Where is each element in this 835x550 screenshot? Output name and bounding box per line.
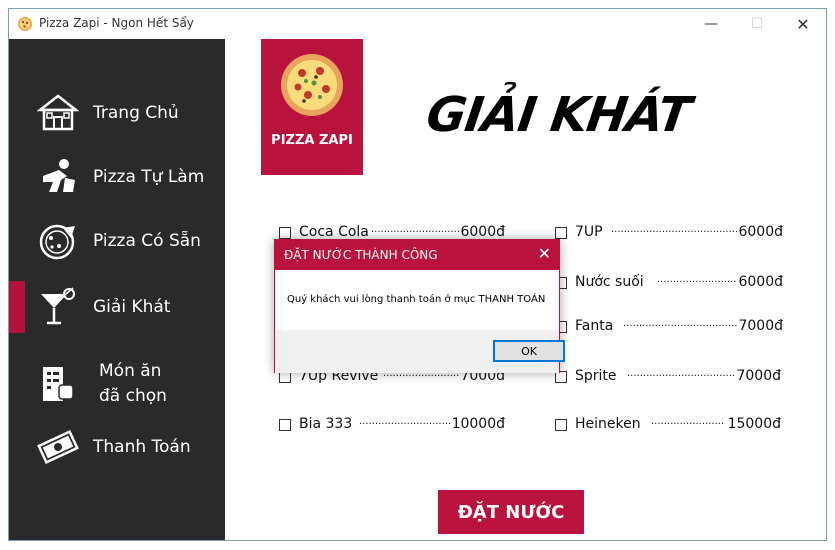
sidebar-item-drinks[interactable]: Giải Khát (9, 279, 225, 335)
sidebar-item-label: Thanh Toán (93, 436, 191, 457)
close-window-button[interactable]: ✕ (780, 9, 826, 39)
sidebar-item-selected-food[interactable]: Món ăn đã chọn (9, 349, 225, 419)
drink-name: Fanta (575, 318, 614, 334)
pizza-zapi-logo: PIZZA ZAPI (261, 39, 363, 175)
logo-text: PIZZA ZAPI (271, 133, 353, 148)
pizza-icon (39, 224, 75, 260)
dot-leader: ........................................… (611, 224, 737, 235)
drink-price: 7000đ (736, 368, 781, 384)
drink-item-sprite[interactable]: Sprite .................................… (555, 366, 781, 388)
dot-leader: ........................................… (627, 368, 735, 379)
money-icon (37, 429, 79, 465)
pizza-app-icon (18, 17, 32, 31)
window-title: Pizza Zapi - Ngon Hết Sẩy (39, 16, 194, 30)
pizza-logo-icon (281, 54, 343, 116)
drink-name: Heineken (575, 416, 641, 432)
drink-item-7up[interactable]: 7UP ....................................… (555, 222, 783, 244)
drink-checkbox[interactable] (279, 227, 291, 239)
success-dialog: ĐẶT NƯỚC THÀNH CÔNG ✕ Quý khách vui lòng… (274, 239, 565, 373)
title-bar: Pizza Zapi - Ngon Hết Sẩy — ☐ ✕ (9, 9, 826, 39)
dot-leader: ........................................… (657, 274, 737, 285)
drink-price: 10000đ (451, 416, 505, 432)
sidebar-item-ready-pizza[interactable]: Pizza Có Sẵn (9, 213, 225, 269)
drink-name: Nước suối (575, 274, 644, 290)
drink-price: 7000đ (738, 318, 783, 334)
sidebar-item-label: Pizza Có Sẵn (93, 230, 201, 251)
dot-leader: ........................................… (359, 416, 451, 427)
drink-checkbox[interactable] (555, 227, 567, 239)
sidebar-item-label: Trang Chủ (93, 102, 179, 123)
drink-name: Coca Cola (299, 224, 369, 240)
drink-checkbox[interactable] (555, 419, 567, 431)
dialog-title-bar: ĐẶT NƯỚC THÀNH CÔNG ✕ (275, 240, 559, 270)
drink-name: Bia 333 (299, 416, 353, 432)
drink-price: 6000đ (738, 274, 783, 290)
dialog-message: Quý khách vui lòng thanh toán ở mục THAN… (287, 294, 546, 305)
dot-leader: ........................................… (623, 318, 737, 329)
sidebar-item-home[interactable]: Trang Chủ (9, 85, 225, 141)
drink-item-bia-333[interactable]: Bia 333 ................................… (279, 414, 505, 436)
drink-price: 6000đ (738, 224, 783, 240)
drink-item-heineken[interactable]: Heineken ...............................… (555, 414, 781, 436)
house-icon (37, 94, 79, 131)
drink-checkbox[interactable] (279, 419, 291, 431)
sidebar-item-payment[interactable]: Thanh Toán (9, 419, 225, 475)
dialog-close-icon[interactable]: ✕ (538, 244, 551, 263)
drink-item-water[interactable]: Nước suối ..............................… (555, 272, 783, 294)
sidebar-item-label: Pizza Tự Làm (93, 166, 205, 187)
app-window: Pizza Zapi - Ngon Hết Sẩy — ☐ ✕ Trang Ch… (8, 8, 827, 541)
sidebar: Trang Chủ Pizza Tự Làm Pizza Có Sẵn Giải… (9, 39, 225, 540)
drink-item-fanta[interactable]: Fanta ..................................… (555, 316, 783, 338)
drink-name: 7UP (575, 224, 603, 240)
minimize-button[interactable]: — (688, 9, 734, 39)
receipt-icon (43, 367, 74, 401)
dialog-footer: OK (275, 330, 565, 373)
page-title: GIẢI KHÁT (423, 87, 694, 143)
drink-price: 15000đ (727, 416, 781, 432)
sidebar-item-custom-pizza[interactable]: Pizza Tự Làm (9, 149, 225, 205)
cocktail-icon (41, 287, 75, 325)
dot-leader: ........................................… (371, 224, 459, 235)
drink-name: Sprite (575, 368, 617, 384)
drink-price: 6000đ (460, 224, 505, 240)
dot-leader: ........................................… (651, 416, 723, 427)
sidebar-item-label: Giải Khát (93, 296, 171, 317)
maximize-button[interactable]: ☐ (734, 9, 780, 39)
order-drinks-button[interactable]: ĐẶT NƯỚC (438, 490, 584, 534)
dialog-body: Quý khách vui lòng thanh toán ở mục THAN… (275, 270, 559, 330)
dialog-ok-button[interactable]: OK (493, 340, 565, 362)
sidebar-item-label: Món ăn đã chọn (99, 361, 167, 406)
dialog-title: ĐẶT NƯỚC THÀNH CÔNG (284, 248, 438, 262)
chef-icon (43, 159, 75, 192)
